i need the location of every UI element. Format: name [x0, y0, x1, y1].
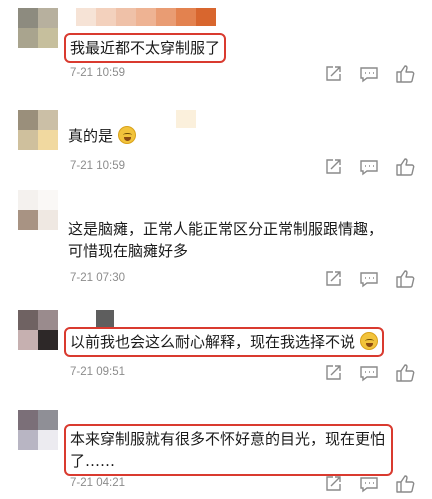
like-icon[interactable] [394, 63, 416, 85]
laughing-emoji-icon [117, 126, 136, 144]
comment-text: 真的是 [68, 125, 136, 147]
comment-icon[interactable] [358, 268, 380, 290]
share-icon[interactable] [322, 362, 344, 384]
comment-text-line: 可惜现在脑瘫好多 [68, 242, 189, 260]
comment-text: 我最近都不太穿制服了 [64, 33, 227, 63]
comment-text-line: 了…… [70, 452, 116, 470]
avatar[interactable] [18, 190, 58, 230]
comment-text: 本来穿制服就有很多不怀好意的目光，现在更怕 了…… [64, 424, 394, 476]
timestamp: 7-21 10:59 [70, 160, 125, 172]
comment-icon[interactable] [358, 156, 380, 178]
avatar[interactable] [18, 410, 58, 450]
share-icon[interactable] [322, 473, 344, 495]
timestamp: 7-21 10:59 [70, 67, 125, 79]
like-icon[interactable] [394, 362, 416, 384]
comment-text-line: 本来穿制服就有很多不怀好意的目光，现在更怕 [70, 430, 386, 448]
username-blurred[interactable] [176, 110, 196, 128]
share-icon[interactable] [322, 268, 344, 290]
comment-text-line: 这是脑瘫，正常人能正常区分正常制服跟情趣， [68, 220, 384, 238]
avatar[interactable] [18, 110, 58, 150]
avatar[interactable] [18, 8, 58, 48]
comment-icon[interactable] [358, 362, 380, 384]
avatar[interactable] [18, 310, 58, 350]
like-icon[interactable] [394, 156, 416, 178]
share-icon[interactable] [322, 156, 344, 178]
username-blurred[interactable] [96, 310, 114, 328]
share-icon[interactable] [322, 63, 344, 85]
timestamp: 7-21 09:51 [70, 366, 125, 378]
like-icon[interactable] [394, 473, 416, 495]
laughing-emoji-icon [359, 332, 378, 350]
username-blurred[interactable] [76, 8, 216, 26]
comment-text-content: 以前我也会这么耐心解释，现在我选择不说 [70, 333, 356, 351]
comment-icon[interactable] [358, 473, 380, 495]
comment-icon[interactable] [358, 63, 380, 85]
like-icon[interactable] [394, 268, 416, 290]
comment-text: 以前我也会这么耐心解释，现在我选择不说 [64, 327, 384, 357]
comment-text: 这是脑瘫，正常人能正常区分正常制服跟情趣， 可惜现在脑瘫好多 [68, 218, 383, 262]
timestamp: 7-21 04:21 [70, 477, 125, 489]
timestamp: 7-21 07:30 [70, 272, 125, 284]
comment-text-content: 真的是 [68, 127, 114, 145]
